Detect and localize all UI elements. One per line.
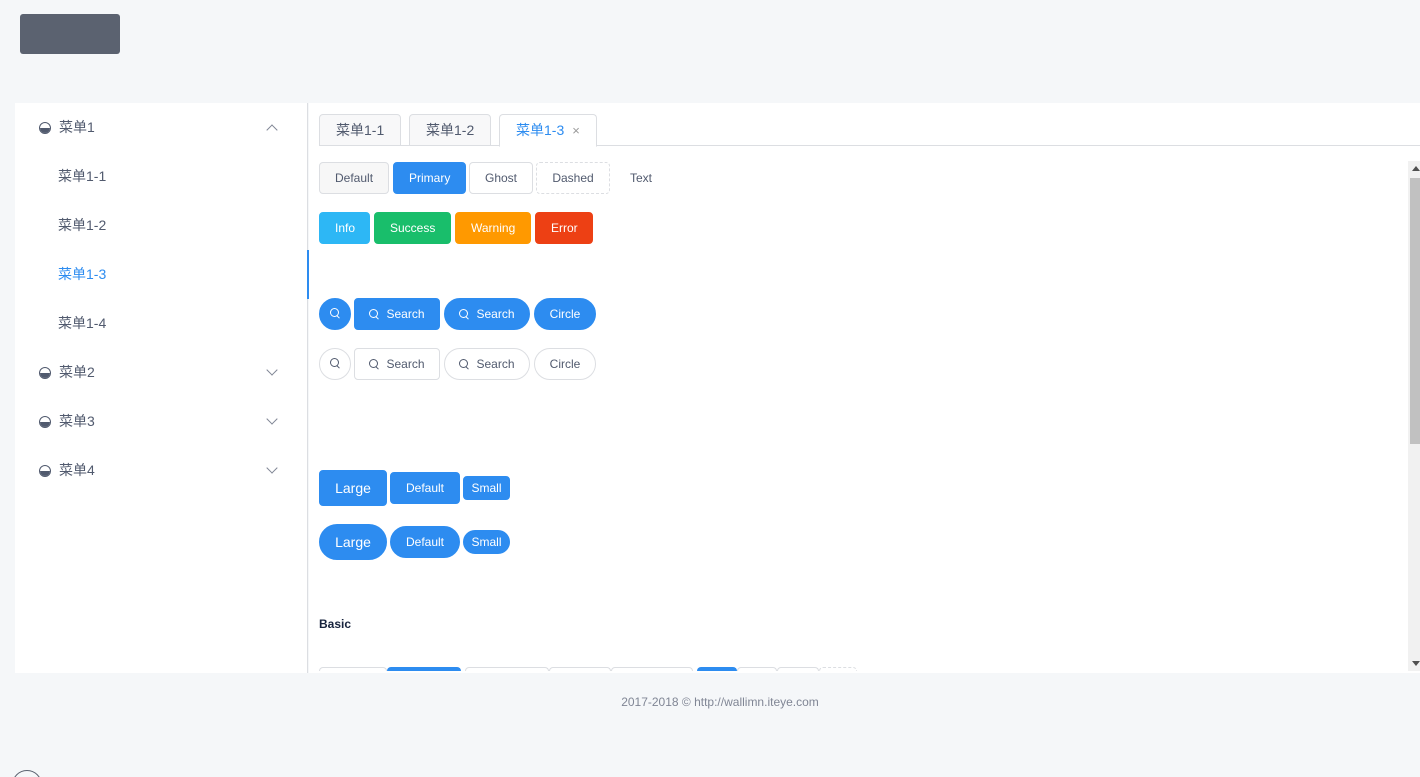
info-button[interactable]: Info bbox=[319, 212, 370, 244]
sidebar-item-1-3[interactable]: 菜单1-3 bbox=[15, 250, 309, 299]
ionic-icon bbox=[39, 416, 51, 428]
success-button[interactable]: Success bbox=[374, 212, 451, 244]
tab-label: 菜单1-1 bbox=[336, 122, 385, 138]
ionic-icon bbox=[39, 465, 51, 477]
tab-menu-1-1[interactable]: 菜单1-1 bbox=[319, 114, 402, 146]
button-label: Search bbox=[476, 357, 515, 371]
chevron-down-icon bbox=[266, 364, 278, 376]
section-title-basic: Basic bbox=[319, 617, 352, 631]
submenu-title-1[interactable]: 菜单1 bbox=[15, 103, 308, 152]
search-round-button-outline[interactable]: Search bbox=[444, 348, 530, 380]
circle-button-outline[interactable]: Circle bbox=[534, 348, 596, 380]
scroll-down-arrow-icon[interactable] bbox=[1412, 661, 1420, 666]
text-button[interactable]: Text bbox=[613, 162, 669, 194]
search-button[interactable]: Search bbox=[354, 298, 440, 330]
ionic-icon bbox=[39, 367, 51, 379]
submenu-label: 菜单3 bbox=[59, 413, 95, 429]
search-icon bbox=[369, 359, 379, 369]
search-icon bbox=[459, 309, 469, 319]
default-button[interactable]: Default bbox=[319, 162, 389, 194]
search-circle-button[interactable] bbox=[319, 298, 351, 330]
vertical-scrollbar[interactable] bbox=[1408, 161, 1420, 671]
tab-menu-1-2[interactable]: 菜单1-2 bbox=[409, 114, 492, 146]
chevron-down-icon bbox=[266, 413, 278, 425]
button-group-item[interactable] bbox=[549, 667, 611, 671]
button-group-item[interactable] bbox=[387, 667, 461, 671]
scroll-up-arrow-icon[interactable] bbox=[1412, 166, 1420, 171]
chevron-up-icon bbox=[266, 124, 278, 136]
sidebar-item-1-2[interactable]: 菜单1-2 bbox=[15, 201, 308, 250]
default-round-button[interactable]: Default bbox=[390, 526, 460, 558]
submenu-label: 菜单4 bbox=[59, 462, 95, 478]
ghost-button[interactable]: Ghost bbox=[469, 162, 533, 194]
button-group-item[interactable] bbox=[611, 667, 693, 671]
default-size-button[interactable]: Default bbox=[390, 472, 460, 504]
submenu-title-3[interactable]: 菜单3 bbox=[15, 397, 308, 446]
dashed-button[interactable]: Dashed bbox=[536, 162, 610, 194]
button-group-item[interactable] bbox=[819, 667, 857, 671]
submenu-title-2[interactable]: 菜单2 bbox=[15, 348, 308, 397]
search-button-outline[interactable]: Search bbox=[354, 348, 440, 380]
circle-button[interactable]: Circle bbox=[534, 298, 596, 330]
tab-menu-1-3[interactable]: 菜单1-3 × bbox=[499, 114, 597, 147]
partial-circle-icon bbox=[12, 770, 42, 777]
scrollbar-thumb[interactable] bbox=[1410, 178, 1420, 444]
button-group-item[interactable] bbox=[319, 667, 387, 671]
primary-button[interactable]: Primary bbox=[393, 162, 466, 194]
button-demo-panel[interactable]: Default Primary Ghost Dashed Text Info S… bbox=[319, 161, 1420, 671]
app-root: 菜单1 菜单1-1 菜单1-2 菜单1-3 菜单1-4 菜单2 菜单3 菜单4 … bbox=[0, 0, 1420, 777]
search-icon bbox=[329, 358, 341, 369]
sidebar-item-1-1[interactable]: 菜单1-1 bbox=[15, 152, 308, 201]
tab-label: 菜单1-2 bbox=[426, 122, 475, 138]
main-content: 菜单1-1 菜单1-2 菜单1-3 × Default Primary Ghost… bbox=[309, 103, 1420, 673]
logo bbox=[20, 14, 120, 54]
sidebar-item-1-4[interactable]: 菜单1-4 bbox=[15, 299, 308, 348]
chevron-down-icon bbox=[266, 462, 278, 474]
button-group-item[interactable] bbox=[465, 667, 549, 671]
small-button[interactable]: Small bbox=[463, 476, 510, 500]
ionic-icon bbox=[39, 122, 51, 134]
tab-bar: 菜单1-1 菜单1-2 菜单1-3 × bbox=[319, 114, 1420, 147]
search-icon bbox=[329, 308, 341, 319]
sidebar-menu: 菜单1 菜单1-1 菜单1-2 菜单1-3 菜单1-4 菜单2 菜单3 菜单4 bbox=[15, 103, 309, 673]
button-label: Search bbox=[386, 357, 425, 371]
submenu-title-4[interactable]: 菜单4 bbox=[15, 446, 308, 495]
submenu-label: 菜单2 bbox=[59, 364, 95, 380]
error-button[interactable]: Error bbox=[535, 212, 593, 244]
search-icon bbox=[459, 359, 469, 369]
button-label: Search bbox=[476, 307, 515, 321]
search-round-button[interactable]: Search bbox=[444, 298, 530, 330]
close-icon[interactable]: × bbox=[572, 123, 580, 138]
submenu-label: 菜单1 bbox=[59, 119, 95, 135]
button-group-item[interactable] bbox=[697, 667, 737, 671]
button-group-item[interactable] bbox=[737, 667, 777, 671]
tab-label: 菜单1-3 bbox=[516, 122, 565, 138]
footer-copyright: 2017-2018 © http://wallimn.iteye.com bbox=[621, 695, 819, 709]
search-circle-button-outline[interactable] bbox=[319, 348, 351, 380]
button-group-item[interactable] bbox=[777, 667, 819, 671]
warning-button[interactable]: Warning bbox=[455, 212, 531, 244]
small-round-button[interactable]: Small bbox=[463, 530, 510, 554]
search-icon bbox=[369, 309, 379, 319]
large-button[interactable]: Large bbox=[319, 470, 387, 506]
large-round-button[interactable]: Large bbox=[319, 524, 387, 560]
button-label: Search bbox=[386, 307, 425, 321]
